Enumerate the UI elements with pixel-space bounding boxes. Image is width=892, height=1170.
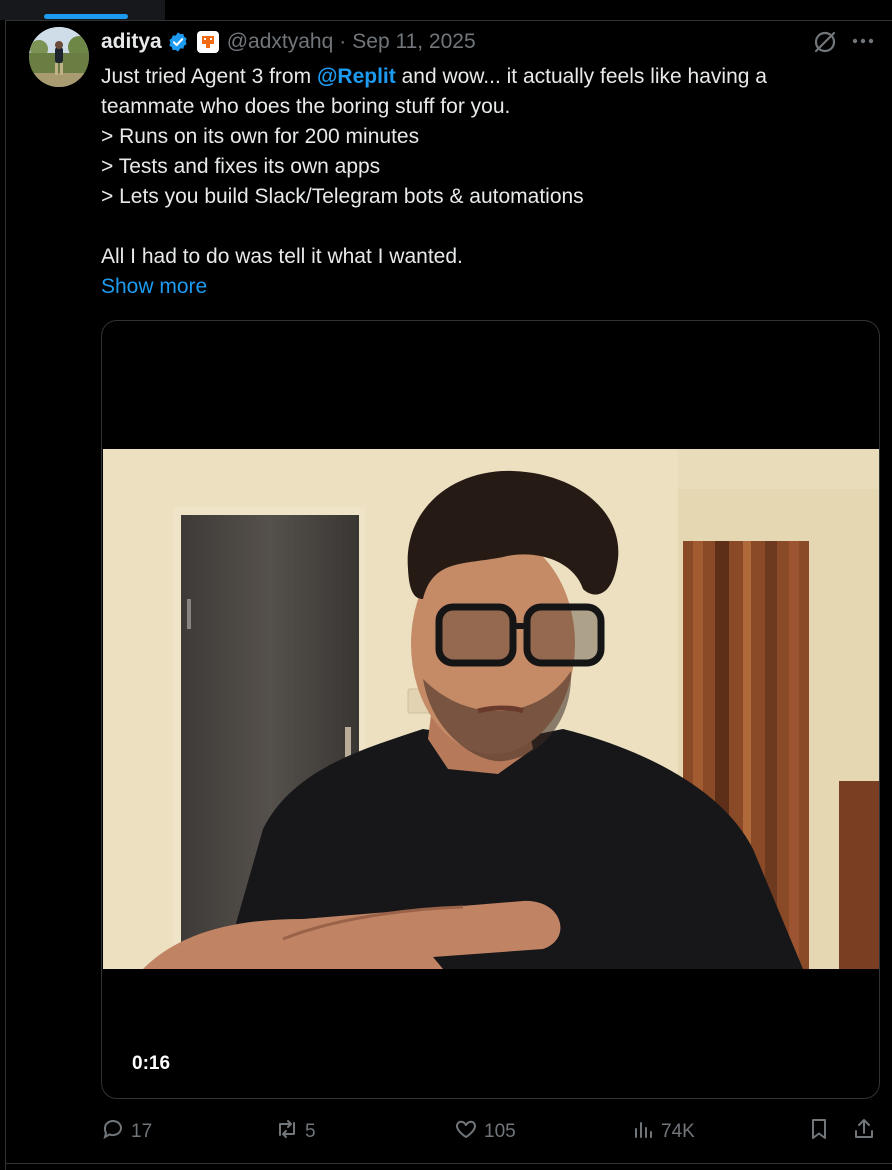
tweet-line: > Tests and fixes its own apps	[101, 155, 381, 178]
divider	[5, 20, 6, 1170]
avatar-image	[29, 27, 89, 87]
tweet-line: Just tried Agent 3 from @Replit and wow.…	[101, 62, 871, 92]
action-bar: 17 5 105 74K	[101, 1116, 878, 1148]
video-still-image	[103, 449, 879, 969]
tweet-page: aditya @adxtyahq · Sep 11, 2025 Just tri…	[0, 0, 892, 1170]
repost-icon	[275, 1117, 299, 1147]
tweet-text-segment: Just tried Agent 3 from	[101, 65, 317, 88]
reply-icon	[101, 1117, 125, 1147]
share-button[interactable]	[852, 1116, 876, 1148]
mention-link[interactable]: @Replit	[317, 65, 396, 88]
user-handle[interactable]: @adxtyahq	[227, 30, 334, 54]
grok-icon[interactable]	[812, 29, 838, 55]
tweet-line: All I had to do was tell it what I wante…	[101, 245, 463, 268]
repost-button[interactable]: 5	[275, 1116, 316, 1148]
top-tab-strip	[0, 0, 165, 20]
tweet-line: > Lets you build Slack/Telegram bots & a…	[101, 185, 584, 208]
divider	[5, 20, 892, 21]
bookmark-icon	[807, 1117, 831, 1147]
verified-icon[interactable]	[167, 31, 189, 53]
like-button[interactable]: 105	[454, 1116, 516, 1148]
reply-count: 17	[131, 1121, 153, 1142]
like-icon	[454, 1117, 478, 1147]
reply-button[interactable]: 17	[101, 1116, 152, 1148]
divider	[5, 1163, 892, 1164]
more-icon[interactable]	[850, 30, 876, 52]
video-duration: 0:16	[132, 1053, 171, 1074]
share-icon	[852, 1117, 876, 1147]
show-more-link[interactable]: Show more	[101, 272, 207, 302]
separator-dot: ·	[339, 30, 347, 53]
tweet-text-segment: and wow... it actually feels like having…	[395, 65, 767, 88]
tweet-line: > Runs on its own for 200 minutes	[101, 125, 420, 148]
post-date[interactable]: Sep 11, 2025	[352, 30, 475, 54]
views-button[interactable]: 74K	[631, 1116, 695, 1148]
avatar[interactable]	[29, 27, 89, 87]
tweet-text: Just tried Agent 3 from @Replit and wow.…	[101, 62, 871, 272]
active-tab-indicator	[44, 14, 128, 19]
repost-count: 5	[305, 1121, 316, 1142]
video-player[interactable]: 0:16	[101, 320, 880, 1099]
bookmark-button[interactable]	[807, 1116, 831, 1148]
view-count: 74K	[661, 1121, 695, 1142]
tweet-line: teammate who does the boring stuff for y…	[101, 95, 511, 118]
display-name[interactable]: aditya	[101, 30, 162, 54]
views-icon	[631, 1117, 655, 1147]
affiliate-badge-icon[interactable]	[196, 31, 219, 53]
video-frame[interactable]	[103, 449, 879, 969]
like-count: 105	[484, 1121, 516, 1142]
tweet-header: aditya @adxtyahq · Sep 11, 2025	[101, 27, 476, 57]
